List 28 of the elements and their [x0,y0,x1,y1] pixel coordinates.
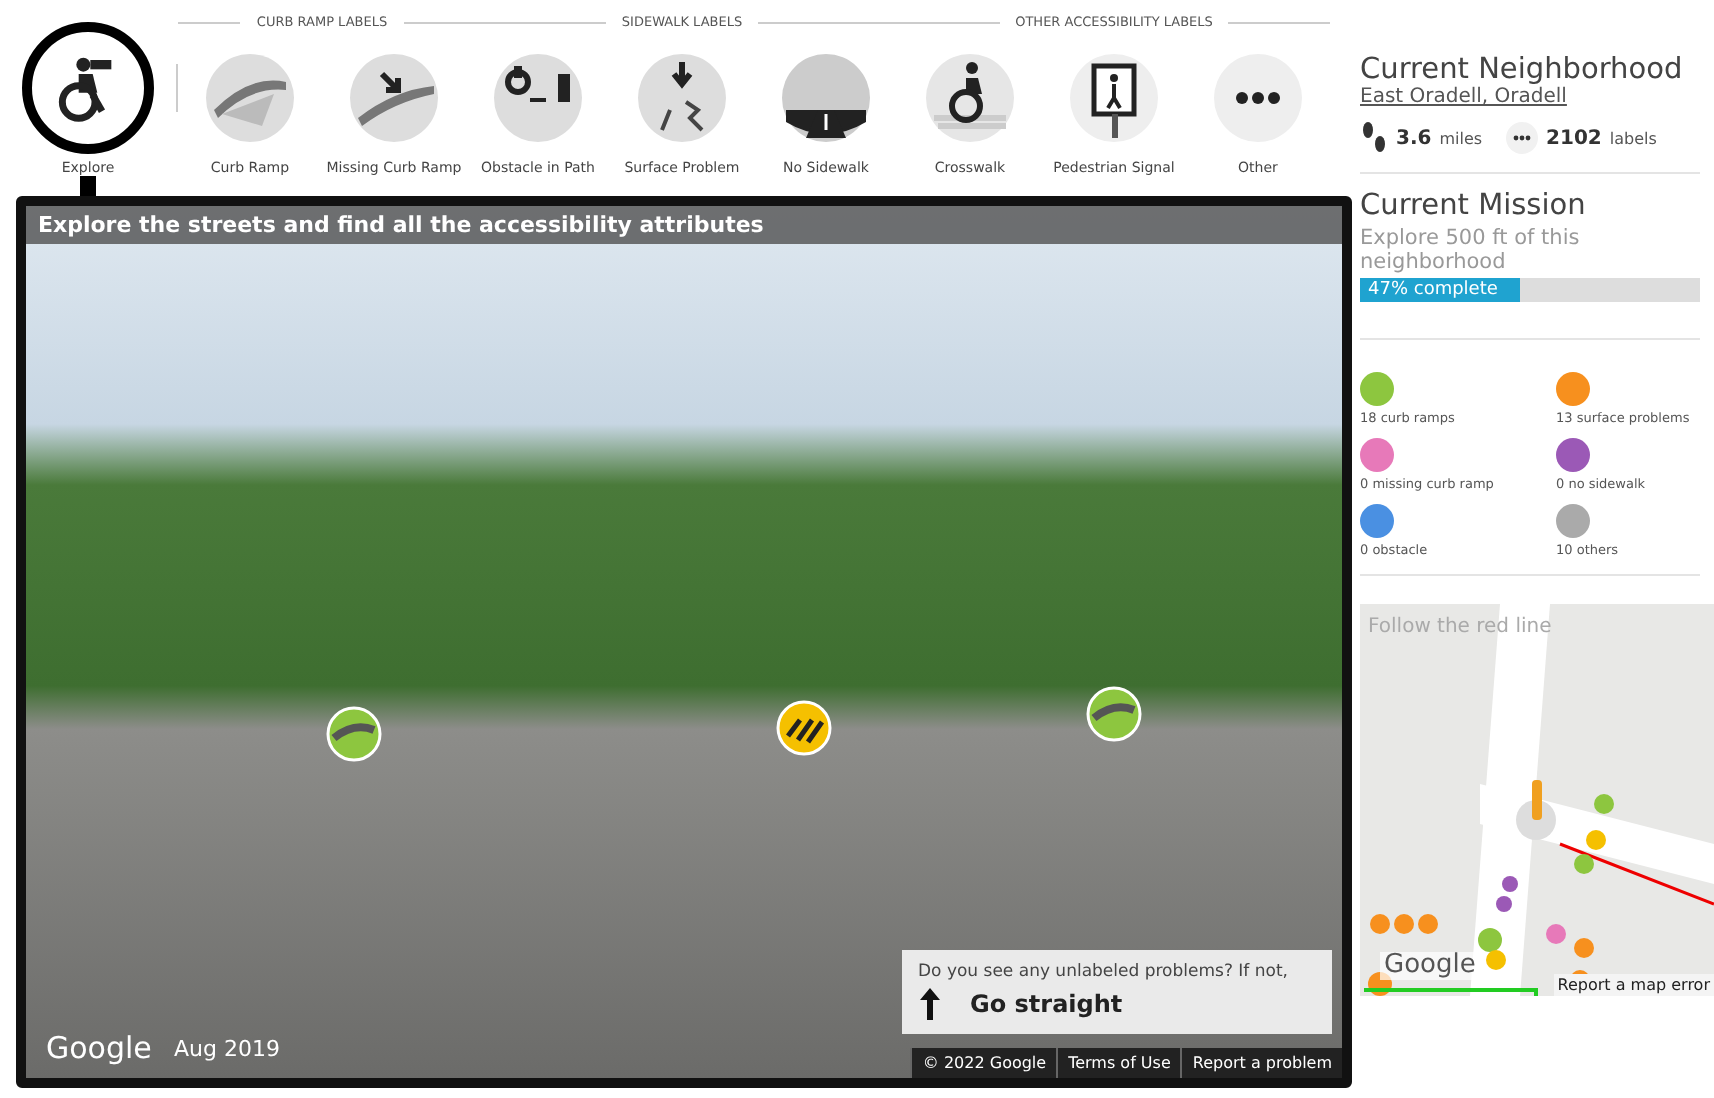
copyright-text[interactable]: © 2022 Google [910,1048,1057,1078]
google-logo: Google [46,1030,152,1066]
curb-ramp-marker-icon[interactable] [326,706,382,762]
prompt-question: Do you see any unlabeled problems? If not, [918,962,1290,982]
labels-count: 2102 [1546,127,1602,149]
mission-heading: Current Mission [1360,190,1588,222]
capture-date: Aug 2019 [174,1036,280,1062]
report-map-error-link[interactable]: Report a map error [1553,974,1714,996]
progress-text: 47% complete [1368,278,1498,302]
google-logo: Google [1380,952,1480,980]
explore-icon [22,22,154,154]
dots-icon [1506,122,1539,154]
footer-link[interactable]: Terms of Use [1056,1048,1181,1078]
footer-link[interactable]: Report a problem [1180,1048,1342,1078]
go-straight-button[interactable]: Go straight [918,986,1123,1022]
mission-description: Explore 500 ft of this neighborhood [1360,226,1582,274]
up-arrow-icon [918,986,942,1022]
surface-problem-marker-icon[interactable] [776,700,832,756]
neighborhood-link[interactable]: East Oradell, Oradell [1360,86,1714,108]
distance-unit: miles [1439,129,1483,147]
selected-tool-indicator [80,176,96,196]
distance-value: 3.6 [1396,127,1432,149]
street-view-title: Explore the streets and find all the accessibility attributes [26,206,1342,244]
curb-ramp-marker-icon[interactable] [1086,686,1142,742]
neighborhood-heading: Current Neighborhood [1360,54,1685,86]
labels-unit: labels [1609,129,1657,147]
map-hint: Follow the red line [1368,616,1552,638]
footprints-icon [1360,120,1388,156]
